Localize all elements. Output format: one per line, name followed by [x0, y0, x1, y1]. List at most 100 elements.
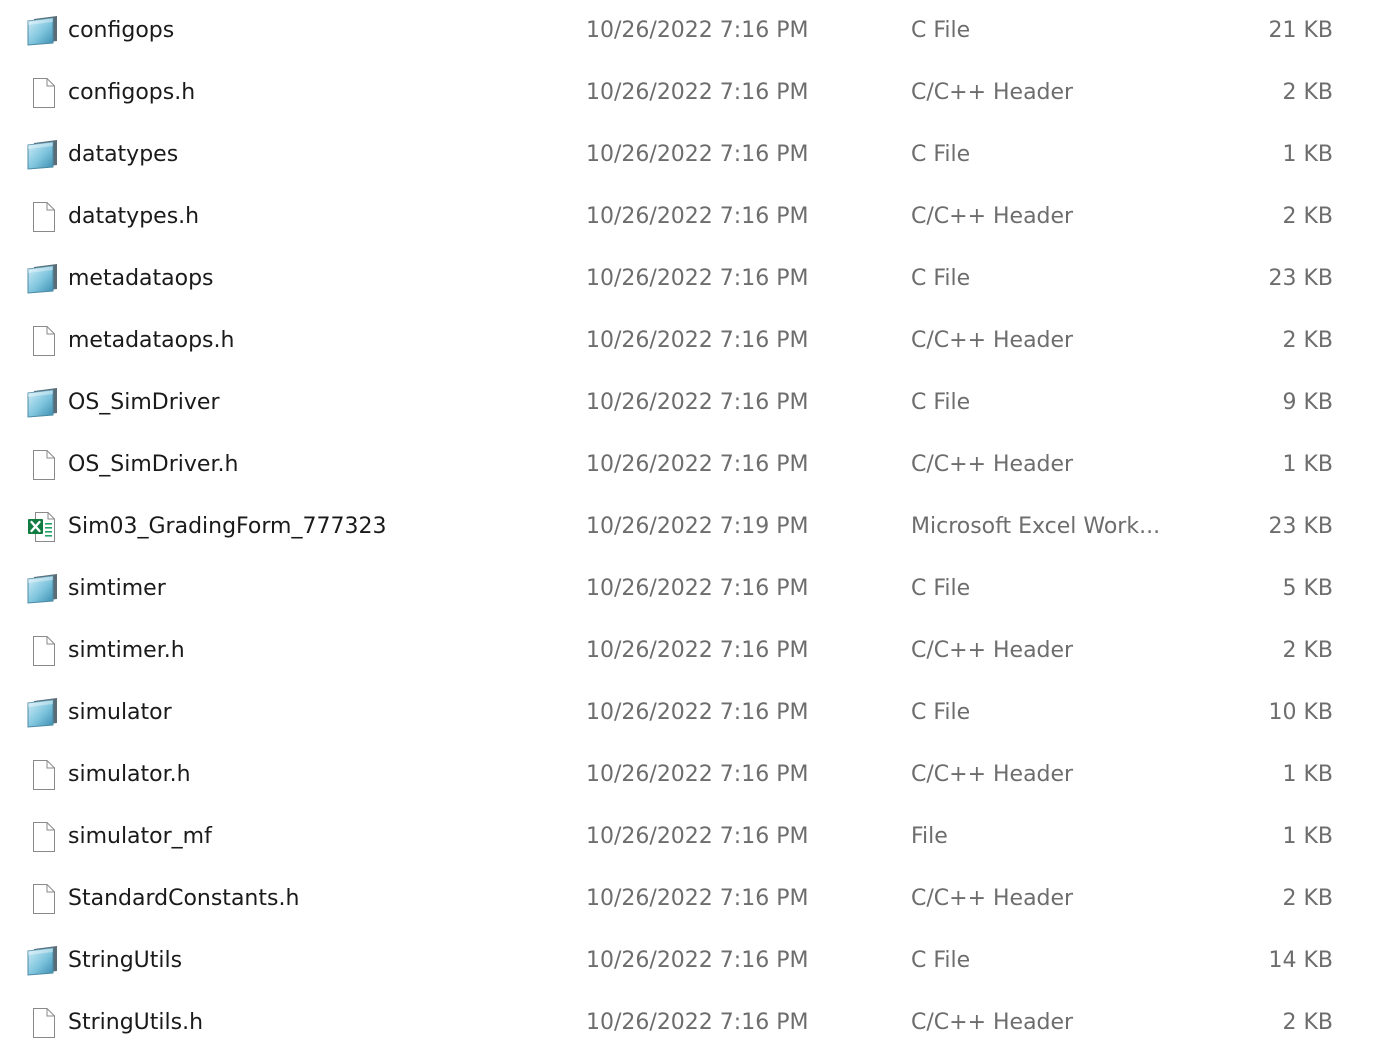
file-date-modified: 10/26/2022 7:16 PM — [586, 18, 809, 43]
file-size: 14 KB — [1268, 948, 1333, 973]
c-file-icon — [26, 14, 60, 48]
file-size: 2 KB — [1282, 80, 1333, 105]
file-type: C/C++ Header — [911, 452, 1074, 477]
file-name: metadataops — [68, 266, 214, 291]
file-row[interactable]: StringUtils.h 10/26/2022 7:16 PM C/C++ Hea… — [0, 992, 1380, 1054]
file-row[interactable]: datatypes 10/26/2022 7:16 PM C File 1 KB — [0, 124, 1380, 186]
file-type: C File — [911, 948, 971, 973]
file-date-modified: 10/26/2022 7:16 PM — [586, 204, 809, 229]
c-file-icon — [26, 386, 60, 420]
file-size: 23 KB — [1268, 266, 1333, 291]
file-size: 1 KB — [1282, 824, 1333, 849]
file-type: C File — [911, 266, 971, 291]
file-date-modified: 10/26/2022 7:19 PM — [586, 514, 809, 539]
file-name: Sim03_GradingForm_777323 — [68, 514, 387, 539]
blank-file-icon — [26, 200, 60, 234]
file-name: datatypes.h — [68, 204, 200, 229]
file-type: C/C++ Header — [911, 762, 1074, 787]
blank-file-icon — [26, 634, 60, 668]
file-type: C File — [911, 390, 971, 415]
file-name: simtimer.h — [68, 638, 185, 663]
file-row[interactable]: simtimer.h 10/26/2022 7:16 PM C/C++ Header… — [0, 620, 1380, 682]
file-date-modified: 10/26/2022 7:16 PM — [586, 142, 809, 167]
blank-file-icon — [26, 324, 60, 358]
file-row[interactable]: OS_SimDriver.h 10/26/2022 7:16 PM C/C++ He… — [0, 434, 1380, 496]
file-date-modified: 10/26/2022 7:16 PM — [586, 886, 809, 911]
file-row[interactable]: simulator_mf 10/26/2022 7:16 PM File 1 KB — [0, 806, 1380, 868]
file-size: 9 KB — [1282, 390, 1333, 415]
file-row[interactable]: StandardConstants.h 10/26/2022 7:16 PM C/C… — [0, 868, 1380, 930]
file-size: 1 KB — [1282, 452, 1333, 477]
c-file-icon — [26, 944, 60, 978]
blank-file-icon — [26, 1006, 60, 1040]
file-date-modified: 10/26/2022 7:16 PM — [586, 762, 809, 787]
file-date-modified: 10/26/2022 7:16 PM — [586, 576, 809, 601]
file-name: simtimer — [68, 576, 166, 601]
file-name: simulator_mf — [68, 824, 212, 849]
file-name: StringUtils — [68, 948, 183, 973]
file-row[interactable]: simulator.h 10/26/2022 7:16 PM C/C++ Heade… — [0, 744, 1380, 806]
file-size: 23 KB — [1268, 514, 1333, 539]
file-row[interactable]: datatypes.h 10/26/2022 7:16 PM C/C++ Heade… — [0, 186, 1380, 248]
file-name: StringUtils.h — [68, 1010, 204, 1035]
file-type: C/C++ Header — [911, 80, 1074, 105]
file-name: OS_SimDriver.h — [68, 452, 239, 477]
file-size: 2 KB — [1282, 886, 1333, 911]
file-size: 21 KB — [1268, 18, 1333, 43]
file-name: configops — [68, 18, 175, 43]
blank-file-icon — [26, 758, 60, 792]
blank-file-icon — [26, 76, 60, 110]
file-type: C File — [911, 576, 971, 601]
file-name: datatypes — [68, 142, 179, 167]
file-row[interactable]: metadataops.h 10/26/2022 7:16 PM C/C++ Hea… — [0, 310, 1380, 372]
file-row[interactable]: StringUtils 10/26/2022 7:16 PM C File 14 KB — [0, 930, 1380, 992]
file-type: C File — [911, 18, 971, 43]
file-row[interactable]: Sim03_GradingForm_777323 10/26/2022 7:19 … — [0, 496, 1380, 558]
file-size: 1 KB — [1282, 142, 1333, 167]
blank-file-icon — [26, 448, 60, 482]
file-name: StandardConstants.h — [68, 886, 300, 911]
file-name: configops.h — [68, 80, 196, 105]
file-row[interactable]: simulator 10/26/2022 7:16 PM C File 10 KB — [0, 682, 1380, 744]
excel-file-icon — [26, 510, 60, 544]
file-date-modified: 10/26/2022 7:16 PM — [586, 1010, 809, 1035]
file-row[interactable]: OS_SimDriver 10/26/2022 7:16 PM C File 9 KB — [0, 372, 1380, 434]
file-type: Microsoft Excel Work... — [911, 514, 1161, 539]
file-date-modified: 10/26/2022 7:16 PM — [586, 452, 809, 477]
file-name: simulator.h — [68, 762, 191, 787]
file-type: C/C++ Header — [911, 886, 1074, 911]
file-date-modified: 10/26/2022 7:16 PM — [586, 638, 809, 663]
file-date-modified: 10/26/2022 7:16 PM — [586, 390, 809, 415]
file-date-modified: 10/26/2022 7:16 PM — [586, 80, 809, 105]
file-size: 2 KB — [1282, 1010, 1333, 1035]
file-size: 2 KB — [1282, 328, 1333, 353]
file-list: configops 10/26/2022 7:16 PM C File 21 KB co… — [0, 0, 1380, 1060]
file-date-modified: 10/26/2022 7:16 PM — [586, 328, 809, 353]
file-type: C/C++ Header — [911, 638, 1074, 663]
file-type: C/C++ Header — [911, 1010, 1074, 1035]
file-row[interactable]: metadataops 10/26/2022 7:16 PM C File 23 KB — [0, 248, 1380, 310]
file-size: 2 KB — [1282, 638, 1333, 663]
c-file-icon — [26, 572, 60, 606]
c-file-icon — [26, 262, 60, 296]
file-type: C/C++ Header — [911, 328, 1074, 353]
file-size: 1 KB — [1282, 762, 1333, 787]
file-row[interactable]: simtimer 10/26/2022 7:16 PM C File 5 KB — [0, 558, 1380, 620]
file-size: 2 KB — [1282, 204, 1333, 229]
file-date-modified: 10/26/2022 7:16 PM — [586, 700, 809, 725]
file-type: C File — [911, 700, 971, 725]
file-size: 5 KB — [1282, 576, 1333, 601]
file-name: OS_SimDriver — [68, 390, 220, 415]
file-date-modified: 10/26/2022 7:16 PM — [586, 824, 809, 849]
file-date-modified: 10/26/2022 7:16 PM — [586, 266, 809, 291]
file-row[interactable]: configops.h 10/26/2022 7:16 PM C/C++ Heade… — [0, 62, 1380, 124]
blank-file-icon — [26, 820, 60, 854]
file-date-modified: 10/26/2022 7:16 PM — [586, 948, 809, 973]
file-name: simulator — [68, 700, 172, 725]
file-name: metadataops.h — [68, 328, 235, 353]
c-file-icon — [26, 138, 60, 172]
file-type: File — [911, 824, 948, 849]
file-type: C File — [911, 142, 971, 167]
c-file-icon — [26, 696, 60, 730]
file-row[interactable]: configops 10/26/2022 7:16 PM C File 21 KB — [0, 0, 1380, 62]
